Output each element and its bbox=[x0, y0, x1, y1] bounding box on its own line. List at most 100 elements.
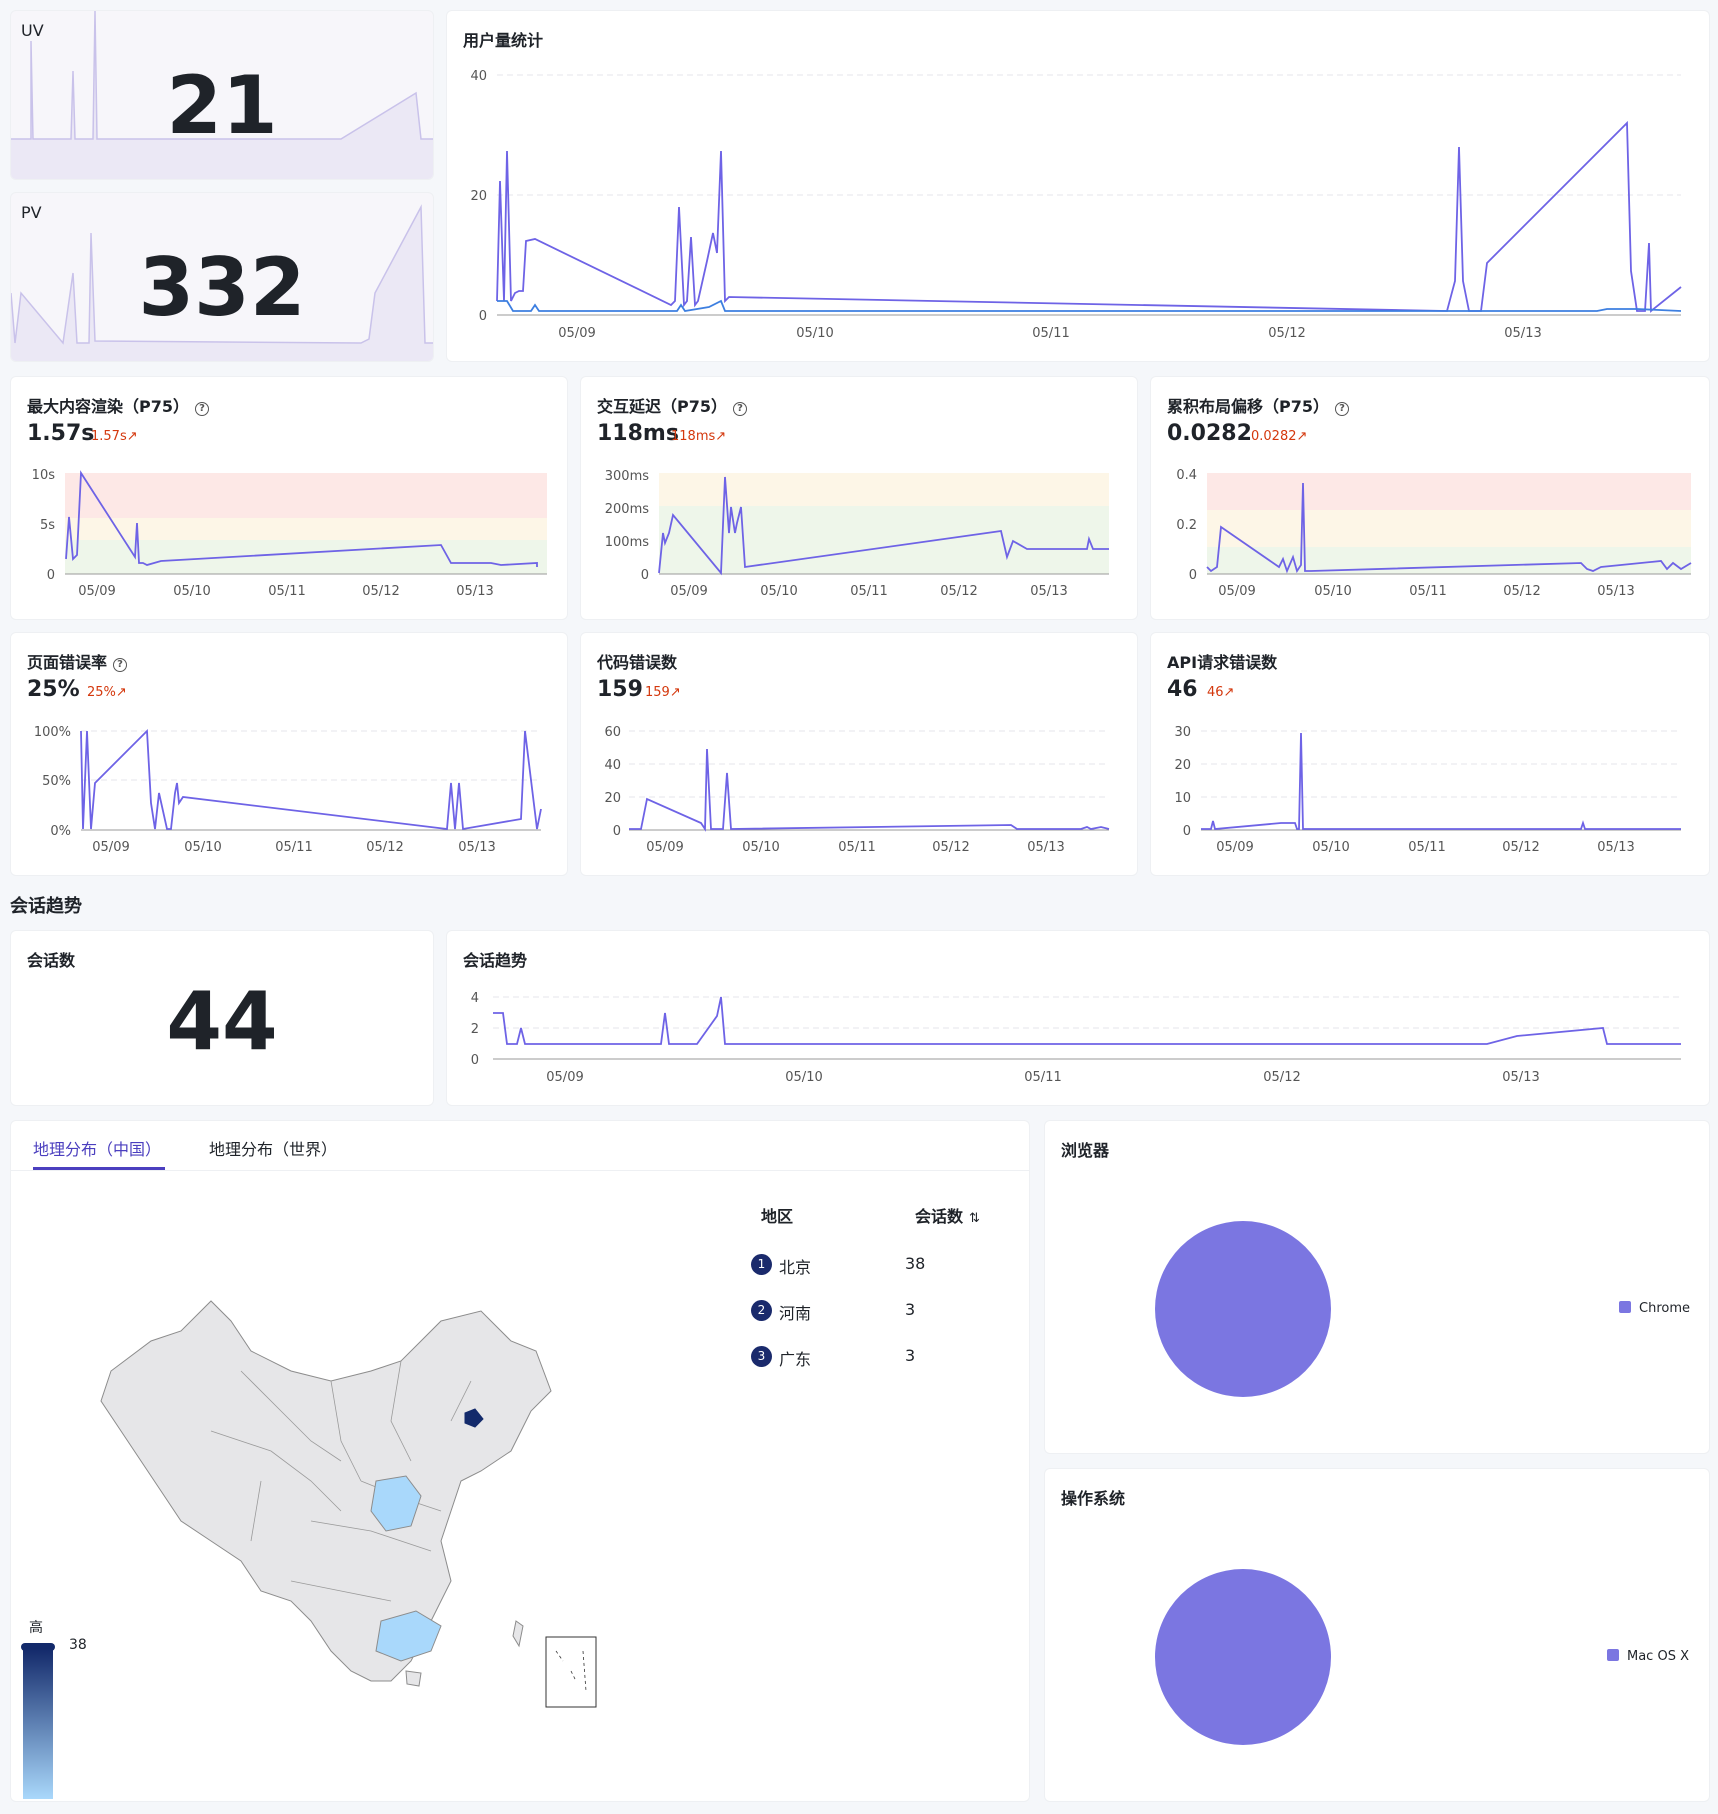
sort-icon[interactable]: ⇅ bbox=[969, 1211, 980, 1226]
x-tick-label: 05/09 bbox=[92, 840, 129, 855]
metric-chart-api-errors: 0 10 20 30 05/09 05/10 05/11 05/12 05/13 bbox=[1174, 725, 1681, 855]
series-line-primary bbox=[496, 120, 1682, 313]
x-tick-label: 05/09 bbox=[670, 584, 707, 599]
count-header-text: 会话数 bbox=[915, 1207, 964, 1226]
y-tick-label: 10 bbox=[1174, 791, 1191, 806]
x-tick-label: 05/13 bbox=[458, 840, 495, 855]
x-tick-label: 05/12 bbox=[1503, 584, 1540, 599]
user-stats-card: 用户量统计 0 20 40 05/09 05/10 05/11 05/12 05… bbox=[446, 10, 1710, 362]
y-tick-label: 0.2 bbox=[1176, 518, 1197, 533]
legend-label: Chrome bbox=[1639, 1301, 1690, 1316]
metric-card-cls: 累积布局偏移（P75）? 0.0282 0.0282↗ 0 0.2 0.4 05… bbox=[1150, 376, 1710, 620]
scale-max-label: 38 bbox=[69, 1637, 87, 1653]
y-tick-label: 0% bbox=[50, 824, 71, 839]
y-tick-label: 0 bbox=[1189, 568, 1197, 583]
metric-chart-code-errors: 0 20 40 60 05/09 05/10 05/11 05/12 05/13 bbox=[604, 725, 1110, 855]
series-line bbox=[1201, 732, 1681, 830]
tab-active-indicator bbox=[33, 1167, 165, 1170]
x-tick-label: 05/10 bbox=[760, 584, 797, 599]
x-tick-label: 05/09 bbox=[558, 326, 595, 341]
browser-card: 浏览器 Chrome bbox=[1044, 1120, 1710, 1454]
x-tick-label: 05/10 bbox=[173, 584, 210, 599]
x-tick-label: 05/12 bbox=[1263, 1070, 1300, 1085]
geo-tabs: 地理分布（中国） 地理分布（世界） bbox=[11, 1121, 1029, 1171]
x-tick-label: 05/10 bbox=[796, 326, 833, 341]
x-tick-label: 05/10 bbox=[742, 840, 779, 855]
series-line bbox=[629, 748, 1110, 832]
geo-card: 地理分布（中国） 地理分布（世界） 高 38 地区 会话数 ⇅ 1 北京 38 … bbox=[10, 1120, 1030, 1802]
metric-card-inp: 交互延迟（P75）? 118ms 118ms↗ 0 100ms 200ms 30… bbox=[580, 376, 1138, 620]
y-tick-label: 40 bbox=[470, 69, 487, 84]
metric-card-api-errors: API请求错误数 46 46↗ 0 10 20 30 05/09 05/10 0… bbox=[1150, 632, 1710, 876]
zone-good bbox=[1207, 547, 1691, 574]
os-card: 操作系统 Mac OS X bbox=[1044, 1468, 1710, 1802]
y-tick-label: 5s bbox=[40, 518, 55, 533]
x-tick-label: 05/13 bbox=[1030, 584, 1067, 599]
pv-value: 332 bbox=[138, 241, 306, 334]
table-row: 3 广东 3 bbox=[751, 1345, 1001, 1369]
metric-chart-lcp: 0 5s 10s 05/09 05/10 05/11 05/12 05/13 bbox=[32, 468, 547, 599]
user-stats-chart: 0 20 40 05/09 05/10 05/11 05/12 05/13 bbox=[470, 69, 1682, 341]
x-tick-label: 05/13 bbox=[1597, 840, 1634, 855]
zone-poor bbox=[65, 473, 547, 518]
os-pie-chart bbox=[1155, 1569, 1331, 1745]
y-tick-label: 100% bbox=[34, 725, 71, 740]
x-tick-label: 05/11 bbox=[1408, 840, 1445, 855]
region-name: 北京 bbox=[779, 1258, 812, 1277]
y-tick-label: 50% bbox=[42, 774, 71, 789]
session-section-title: 会话趋势 bbox=[10, 896, 82, 917]
session-trend-chart: 0 2 4 05/09 05/10 05/11 05/12 05/13 bbox=[471, 991, 1681, 1085]
map-region-taiwan bbox=[512, 1620, 524, 1648]
legend-item-chrome[interactable]: Chrome bbox=[1619, 1301, 1690, 1316]
y-tick-label: 0 bbox=[1183, 824, 1191, 839]
x-tick-label: 05/11 bbox=[268, 584, 305, 599]
tab-geo-china[interactable]: 地理分布（中国） bbox=[33, 1136, 161, 1160]
metric-card-page-error-rate: 页面错误率? 25% 25%↗ 0% 50% 100% 05/09 05/10 … bbox=[10, 632, 568, 876]
region-header: 地区 bbox=[761, 1207, 794, 1226]
legend-swatch bbox=[1619, 1301, 1631, 1313]
table-row: 1 北京 38 bbox=[751, 1253, 1001, 1277]
uv-card: UV 21 bbox=[10, 10, 434, 180]
y-tick-label: 0 bbox=[613, 824, 621, 839]
x-tick-label: 05/09 bbox=[1218, 584, 1255, 599]
y-tick-label: 4 bbox=[471, 991, 479, 1006]
x-tick-label: 05/11 bbox=[1024, 1070, 1061, 1085]
scale-bar[interactable] bbox=[23, 1649, 53, 1799]
south-china-sea-inset bbox=[545, 1636, 597, 1708]
y-tick-label: 0.4 bbox=[1176, 468, 1197, 483]
x-tick-label: 05/12 bbox=[940, 584, 977, 599]
y-tick-label: 40 bbox=[604, 758, 621, 773]
x-tick-label: 05/11 bbox=[1409, 584, 1446, 599]
x-tick-label: 05/09 bbox=[1216, 840, 1253, 855]
session-count-card: 会话数 44 bbox=[10, 930, 434, 1106]
rank-badge: 3 bbox=[751, 1346, 772, 1367]
tab-geo-world[interactable]: 地理分布（世界） bbox=[209, 1136, 337, 1160]
zone-good bbox=[659, 506, 1109, 574]
series-line bbox=[493, 996, 1681, 1045]
count-header[interactable]: 会话数 ⇅ bbox=[915, 1203, 980, 1227]
browser-pie-chart bbox=[1155, 1221, 1331, 1397]
metric-card-lcp: 最大内容渲染（P75）? 1.57s 1.57s↗ 0 5s 10s 05/09… bbox=[10, 376, 568, 620]
x-tick-label: 05/12 bbox=[1268, 326, 1305, 341]
rank-badge: 2 bbox=[751, 1300, 772, 1321]
x-tick-label: 05/13 bbox=[1504, 326, 1541, 341]
y-tick-label: 100ms bbox=[605, 535, 649, 550]
region-count: 38 bbox=[905, 1254, 926, 1273]
x-tick-label: 05/12 bbox=[1502, 840, 1539, 855]
x-tick-label: 05/09 bbox=[546, 1070, 583, 1085]
x-tick-label: 05/11 bbox=[838, 840, 875, 855]
map-region-hainan bbox=[405, 1670, 422, 1687]
region-name: 河南 bbox=[779, 1304, 812, 1323]
y-tick-label: 300ms bbox=[605, 469, 649, 484]
rank-badge: 1 bbox=[751, 1254, 772, 1275]
y-tick-label: 20 bbox=[604, 791, 621, 806]
x-tick-label: 05/12 bbox=[366, 840, 403, 855]
metric-card-code-errors: 代码错误数 159 159↗ 0 20 40 60 05/09 05/10 05… bbox=[580, 632, 1138, 876]
legend-item-macos[interactable]: Mac OS X bbox=[1607, 1649, 1689, 1664]
uv-value: 21 bbox=[166, 59, 278, 152]
china-map bbox=[100, 1300, 597, 1708]
y-tick-label: 20 bbox=[470, 189, 487, 204]
y-tick-label: 0 bbox=[47, 568, 55, 583]
metric-chart-page-error-rate: 0% 50% 100% 05/09 05/10 05/11 05/12 05/1… bbox=[34, 725, 542, 855]
y-tick-label: 200ms bbox=[605, 502, 649, 517]
